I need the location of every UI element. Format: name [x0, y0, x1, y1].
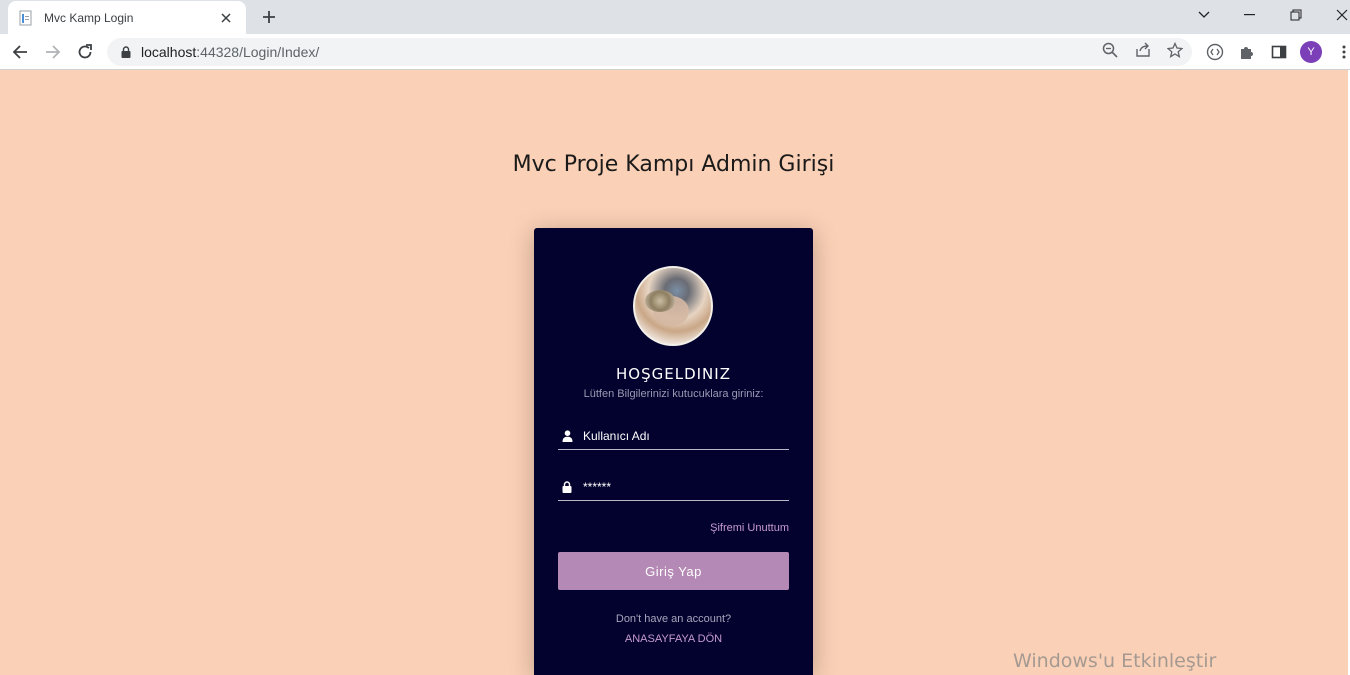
url-text: localhost:44328/Login/Index/ [141, 44, 320, 60]
window-close-icon[interactable] [1320, 0, 1350, 30]
welcome-heading: HOŞGELDINIZ [616, 365, 731, 383]
address-bar[interactable]: localhost:44328/Login/Index/ [107, 38, 1192, 66]
browser-toolbar: localhost:44328/Login/Index/ [0, 34, 1350, 70]
page-title: Mvc Proje Kampı Admin Girişi [512, 152, 835, 177]
tab-strip: Mvc Kamp Login [0, 0, 1350, 34]
forward-arrow-icon[interactable] [39, 38, 67, 66]
tab-search-icon[interactable] [1182, 0, 1226, 30]
login-subtitle: Lütfen Bilgilerinizi kutucuklara giriniz… [583, 388, 764, 400]
password-input[interactable] [583, 479, 783, 494]
new-tab-button[interactable] [256, 5, 282, 29]
username-field[interactable] [558, 422, 789, 450]
page-favicon-icon [18, 10, 34, 26]
tab-close-icon[interactable] [216, 8, 236, 28]
restore-icon[interactable] [1274, 0, 1318, 30]
extension-code-icon[interactable] [1203, 40, 1227, 64]
no-account-text: Don't have an account? [615, 613, 732, 625]
tab-title: Mvc Kamp Login [44, 10, 134, 25]
browser-tab[interactable]: Mvc Kamp Login [8, 1, 246, 34]
forgot-password-link[interactable]: Şifremi Unuttum [558, 522, 789, 534]
profile-avatar[interactable]: Y [1300, 41, 1322, 63]
login-button[interactable]: Giriş Yap [558, 552, 789, 590]
back-arrow-icon[interactable] [6, 38, 34, 66]
zoom-icon[interactable] [1098, 38, 1122, 62]
login-card: HOŞGELDINIZ Lütfen Bilgilerinizi kutucuk… [534, 228, 813, 675]
username-input[interactable] [583, 428, 783, 443]
minimize-icon[interactable] [1228, 0, 1272, 30]
extensions-puzzle-icon[interactable] [1235, 40, 1259, 64]
reload-icon[interactable] [71, 38, 99, 66]
menu-kebab-icon[interactable] [1332, 40, 1350, 64]
user-avatar [633, 266, 713, 346]
password-field[interactable] [558, 473, 789, 501]
home-link[interactable]: ANASAYFAYA DÖN [534, 633, 813, 645]
user-icon [560, 429, 574, 443]
avatar-photo-flowers [645, 290, 675, 312]
lock-icon [560, 480, 574, 494]
bookmark-star-icon[interactable] [1163, 38, 1187, 62]
windows-activation-watermark: Windows'u Etkinleştir [1013, 650, 1217, 672]
side-panel-icon[interactable] [1267, 40, 1291, 64]
share-icon[interactable] [1131, 38, 1155, 62]
lock-icon[interactable] [119, 45, 133, 59]
